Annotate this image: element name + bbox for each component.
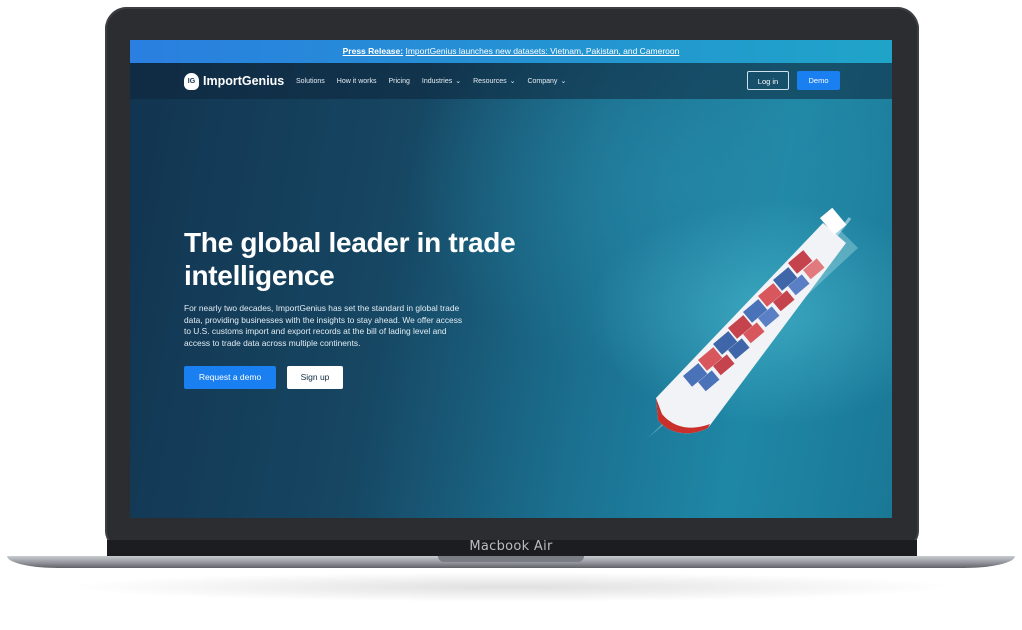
nav-links: Solutions How it works Pricing Industrie… xyxy=(296,63,578,99)
laptop-shadow xyxy=(60,572,960,602)
nav-label: Pricing xyxy=(388,77,410,85)
announcement-label: Press Release: xyxy=(342,46,404,56)
chevron-down-icon: ⌄ xyxy=(560,78,567,85)
device-label: Macbook Air xyxy=(469,539,553,554)
chevron-down-icon: ⌄ xyxy=(455,78,462,85)
announcement-link[interactable]: ImportGenius launches new datasets: Viet… xyxy=(405,46,679,56)
nav-item-resources[interactable]: Resources ⌄ xyxy=(473,77,515,85)
brand-logo[interactable]: IG ImportGenius xyxy=(184,72,284,90)
nav-item-industries[interactable]: Industries ⌄ xyxy=(422,77,461,85)
cargo-ship-image xyxy=(648,207,858,438)
nav-label: Solutions xyxy=(296,77,325,85)
nav-label: How it works xyxy=(336,77,377,85)
nav-item-pricing[interactable]: Pricing xyxy=(388,78,409,85)
logo-mark-icon: IG xyxy=(184,72,199,90)
chevron-down-icon: ⌄ xyxy=(509,78,516,85)
nav-label: Company xyxy=(527,78,558,85)
request-demo-button[interactable]: Request a demo xyxy=(184,366,276,389)
sign-up-button[interactable]: Sign up xyxy=(287,366,343,389)
hero-headline: The global leader in trade intelligence xyxy=(184,227,516,291)
login-button[interactable]: Log in xyxy=(747,71,789,90)
nav-label: Resources xyxy=(473,78,507,85)
hero-description: For nearly two decades, ImportGenius has… xyxy=(184,303,463,348)
brand-name: ImportGenius xyxy=(203,74,285,88)
laptop-notch xyxy=(438,556,584,562)
browser-viewport: Press Release: ImportGenius launches new… xyxy=(130,40,892,518)
nav-label: Industries xyxy=(421,78,453,85)
nav-item-how-it-works[interactable]: How it works xyxy=(337,78,377,85)
announcement-bar[interactable]: Press Release: ImportGenius launches new… xyxy=(130,40,892,63)
nav-item-solutions[interactable]: Solutions xyxy=(296,78,325,85)
nav-item-company[interactable]: Company ⌄ xyxy=(527,77,566,85)
demo-button[interactable]: Demo xyxy=(797,71,840,90)
